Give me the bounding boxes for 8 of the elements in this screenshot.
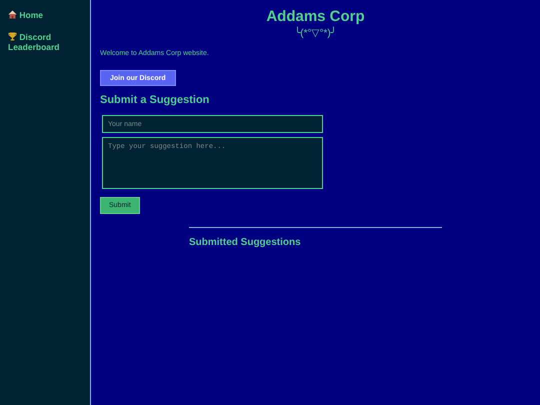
trophy-icon [8, 32, 17, 41]
nav-link[interactable]: Home [8, 10, 82, 20]
site-title: Addams Corp [266, 8, 365, 25]
house-icon [8, 10, 17, 19]
kaomoji: ╰(*°▽°*)╯ [294, 27, 337, 39]
nav-link[interactable]: Discord Leaderboard [8, 32, 82, 52]
section-heading: Submitted Suggestions [189, 237, 302, 248]
section-heading: Submit a Suggestion [100, 94, 210, 106]
